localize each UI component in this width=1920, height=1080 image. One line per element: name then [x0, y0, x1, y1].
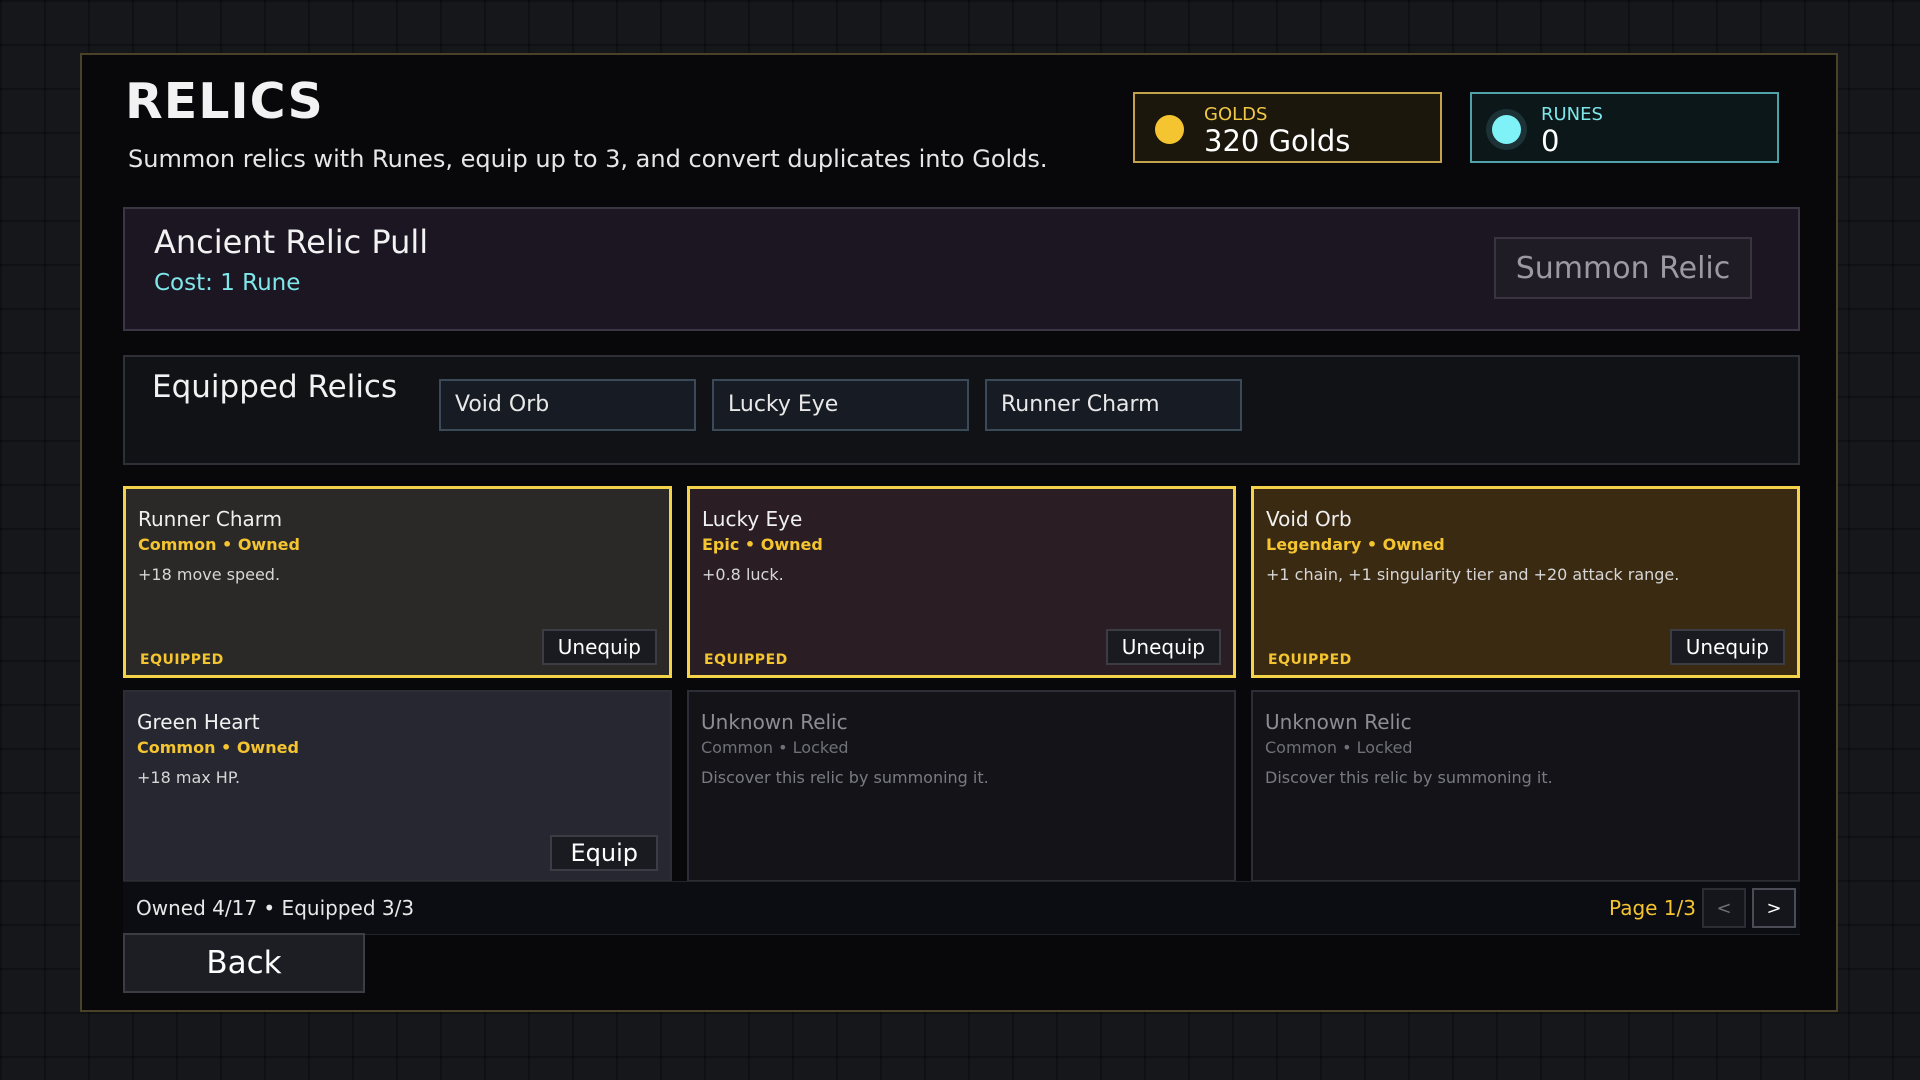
gold-coin-icon — [1155, 115, 1184, 144]
relic-card-green-heart[interactable]: Green Heart Common • Owned +18 max HP. E… — [123, 690, 672, 882]
relic-name: Green Heart — [137, 710, 260, 734]
prev-page-button[interactable]: < — [1702, 888, 1746, 928]
equip-button[interactable]: Equip — [550, 835, 658, 871]
relic-card-lucky-eye[interactable]: Lucky Eye Epic • Owned +0.8 luck. EQUIPP… — [687, 486, 1236, 678]
gold-counter: GOLDS 320 Golds — [1133, 92, 1442, 163]
gold-label: GOLDS — [1204, 104, 1268, 125]
relic-name: Unknown Relic — [1265, 710, 1412, 734]
equipped-slot-2[interactable]: Lucky Eye — [712, 379, 969, 431]
relic-meta: Common • Locked — [701, 738, 849, 757]
equipped-badge: EQUIPPED — [140, 652, 224, 668]
page-subtitle: Summon relics with Runes, equip up to 3,… — [128, 145, 1048, 173]
relic-meta: Common • Owned — [137, 738, 299, 757]
equipped-title: Equipped Relics — [152, 369, 398, 405]
next-page-button[interactable]: > — [1752, 888, 1796, 928]
runes-label: RUNES — [1541, 104, 1603, 125]
relic-desc: Discover this relic by summoning it. — [1265, 768, 1553, 787]
runes-value: 0 — [1541, 124, 1560, 158]
relic-card-void-orb[interactable]: Void Orb Legendary • Owned +1 chain, +1 … — [1251, 486, 1800, 678]
gold-value: 320 Golds — [1204, 124, 1351, 158]
page-indicator: Page 1/3 — [1609, 896, 1696, 920]
relic-desc: +1 chain, +1 singularity tier and +20 at… — [1266, 565, 1680, 584]
rune-orb-icon — [1492, 115, 1521, 144]
equipped-badge: EQUIPPED — [1268, 652, 1352, 668]
equipped-badge: EQUIPPED — [704, 652, 788, 668]
summon-relic-button[interactable]: Summon Relic — [1494, 237, 1752, 299]
unequip-button[interactable]: Unequip — [1669, 629, 1785, 665]
relic-meta: Legendary • Owned — [1266, 535, 1445, 554]
relic-meta: Common • Owned — [138, 535, 300, 554]
relic-meta: Epic • Owned — [702, 535, 823, 554]
relic-desc: +18 move speed. — [138, 565, 281, 584]
pull-title: Ancient Relic Pull — [154, 223, 429, 261]
relic-name: Lucky Eye — [702, 507, 803, 531]
relics-footer: Owned 4/17 • Equipped 3/3 Page 1/3 < > — [123, 881, 1800, 935]
pull-cost: Cost: 1 Rune — [154, 270, 301, 296]
unequip-button[interactable]: Unequip — [1105, 629, 1221, 665]
relic-card-locked: Unknown Relic Common • Locked Discover t… — [687, 690, 1236, 882]
relic-card-locked: Unknown Relic Common • Locked Discover t… — [1251, 690, 1800, 882]
unequip-button[interactable]: Unequip — [541, 629, 657, 665]
relics-panel: RELICS Summon relics with Runes, equip u… — [80, 53, 1838, 1012]
equipped-slot-1[interactable]: Void Orb — [439, 379, 696, 431]
relic-name: Void Orb — [1266, 507, 1352, 531]
relic-pull-section: Ancient Relic Pull Cost: 1 Rune Summon R… — [123, 207, 1800, 331]
relic-name: Unknown Relic — [701, 710, 848, 734]
relic-desc: Discover this relic by summoning it. — [701, 768, 989, 787]
equipped-relics-section: Equipped Relics Void Orb Lucky Eye Runne… — [123, 355, 1800, 465]
owned-equipped-stats: Owned 4/17 • Equipped 3/3 — [136, 896, 415, 920]
equipped-slot-3[interactable]: Runner Charm — [985, 379, 1242, 431]
runes-counter: RUNES 0 — [1470, 92, 1779, 163]
relic-name: Runner Charm — [138, 507, 283, 531]
relic-meta: Common • Locked — [1265, 738, 1413, 757]
relic-desc: +0.8 luck. — [702, 565, 784, 584]
relic-card-runner-charm[interactable]: Runner Charm Common • Owned +18 move spe… — [123, 486, 672, 678]
back-button[interactable]: Back — [123, 933, 365, 993]
page-title: RELICS — [125, 73, 324, 130]
relic-desc: +18 max HP. — [137, 768, 241, 787]
